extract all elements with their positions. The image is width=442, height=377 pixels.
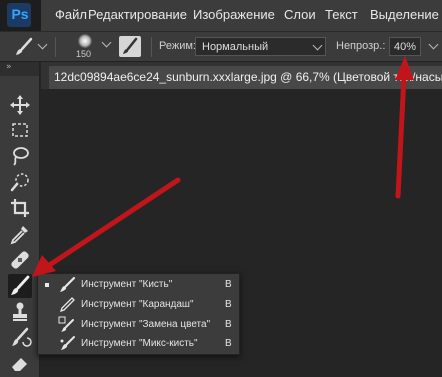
chevron-down-icon — [312, 40, 323, 51]
options-bar: 150 Режим: Нормальный Непрозр.: 40% — [0, 32, 442, 62]
eraser-tool[interactable] — [8, 351, 32, 375]
document-title: 12dc09894ae6ce24_sunburn.xxxlarge.jpg @ … — [54, 70, 442, 84]
clone-stamp-tool[interactable] — [8, 300, 32, 324]
tools-panel-header[interactable]: » — [0, 62, 39, 76]
tools-panel: » — [0, 62, 40, 377]
chevron-down-icon — [37, 39, 48, 50]
crop-icon — [11, 199, 29, 217]
flyout-item-shortcut: B — [225, 299, 232, 310]
flyout-item-shortcut: B — [225, 279, 232, 290]
menu-edit[interactable]: Редактирование — [88, 7, 187, 22]
brush-preset-picker[interactable]: 150 — [70, 33, 112, 61]
opacity-label: Непрозр.: — [336, 40, 386, 52]
move-icon — [10, 95, 30, 115]
bandage-icon — [11, 251, 29, 269]
document-tab-bar: 12dc09894ae6ce24_sunburn.xxxlarge.jpg @ … — [41, 62, 442, 89]
menu-type[interactable]: Текст — [325, 7, 358, 22]
collapse-icon: » — [6, 62, 12, 72]
menu-select[interactable]: Выделение — [370, 7, 439, 22]
brush-size-value: 150 — [76, 49, 92, 59]
flyout-item-color-replacement[interactable]: Инструмент "Замена цвета" B — [38, 315, 239, 335]
lasso-icon — [13, 147, 29, 166]
opacity-input[interactable]: 40% — [389, 37, 421, 56]
flyout-item-shortcut: B — [225, 319, 232, 330]
flyout-item-pencil[interactable]: Инструмент "Карандаш" B — [38, 295, 239, 315]
pencil-icon — [59, 297, 75, 313]
brush-tools-flyout: Инструмент "Кисть" B Инструмент "Каранда… — [37, 273, 240, 355]
color-replacement-icon — [58, 316, 74, 332]
menu-image[interactable]: Изображение — [193, 7, 275, 22]
stamp-icon — [13, 302, 27, 321]
lasso-tool[interactable] — [8, 144, 32, 168]
history-brush-icon — [12, 327, 32, 347]
quick-selection-icon — [10, 173, 29, 192]
brush-tip-preview-icon — [78, 34, 92, 48]
document-tab[interactable]: 12dc09894ae6ce24_sunburn.xxxlarge.jpg @ … — [49, 66, 442, 89]
flyout-item-label: Инструмент "Замена цвета" — [81, 319, 211, 330]
menu-bar: Ps Файл Редактирование Изображение Слои … — [0, 0, 442, 32]
flyout-item-shortcut: B — [225, 338, 232, 349]
mixer-brush-icon — [60, 336, 75, 350]
eraser-icon — [12, 358, 27, 371]
photoshop-logo[interactable]: Ps — [0, 0, 41, 31]
flyout-item-label: Инструмент "Микс-кисть" — [81, 338, 198, 349]
selected-indicator — [45, 283, 49, 287]
marquee-tool[interactable] — [8, 118, 32, 142]
brush-icon — [60, 276, 76, 292]
flyout-item-label: Инструмент "Карандаш" — [81, 299, 194, 310]
chevron-down-icon — [101, 37, 112, 48]
brush-icon — [11, 275, 30, 295]
crop-tool[interactable] — [8, 196, 32, 220]
blend-mode-dropdown[interactable]: Нормальный — [195, 37, 326, 56]
flyout-item-mixer-brush[interactable]: Инструмент "Микс-кисть" B — [38, 334, 239, 354]
opacity-chevron-icon[interactable] — [428, 39, 439, 50]
brush-panel-icon — [123, 37, 138, 54]
menu-layers[interactable]: Слои — [284, 7, 316, 22]
flyout-item-label: Инструмент "Кисть" — [81, 279, 173, 290]
options-divider — [151, 37, 152, 57]
brush-tool[interactable] — [8, 274, 32, 298]
menu-file[interactable]: Файл — [55, 7, 87, 22]
tool-preset-picker[interactable] — [12, 36, 48, 58]
brush-settings-panel-button[interactable] — [119, 36, 141, 57]
quick-selection-tool[interactable] — [8, 170, 32, 194]
history-brush-tool[interactable] — [8, 326, 32, 350]
flyout-item-brush[interactable]: Инструмент "Кисть" B — [38, 275, 239, 295]
rectangle-marquee-icon — [12, 123, 28, 137]
options-divider — [55, 37, 56, 57]
eyedropper-tool[interactable] — [8, 222, 32, 246]
opacity-value: 40% — [394, 41, 417, 53]
eyedropper-icon — [10, 226, 28, 245]
move-tool[interactable] — [8, 93, 32, 117]
healing-brush-tool[interactable] — [8, 248, 32, 272]
blend-mode-value: Нормальный — [202, 41, 269, 53]
brush-icon — [16, 37, 33, 55]
mode-label: Режим: — [159, 40, 196, 52]
arrow-to-brush-tool — [32, 177, 181, 277]
